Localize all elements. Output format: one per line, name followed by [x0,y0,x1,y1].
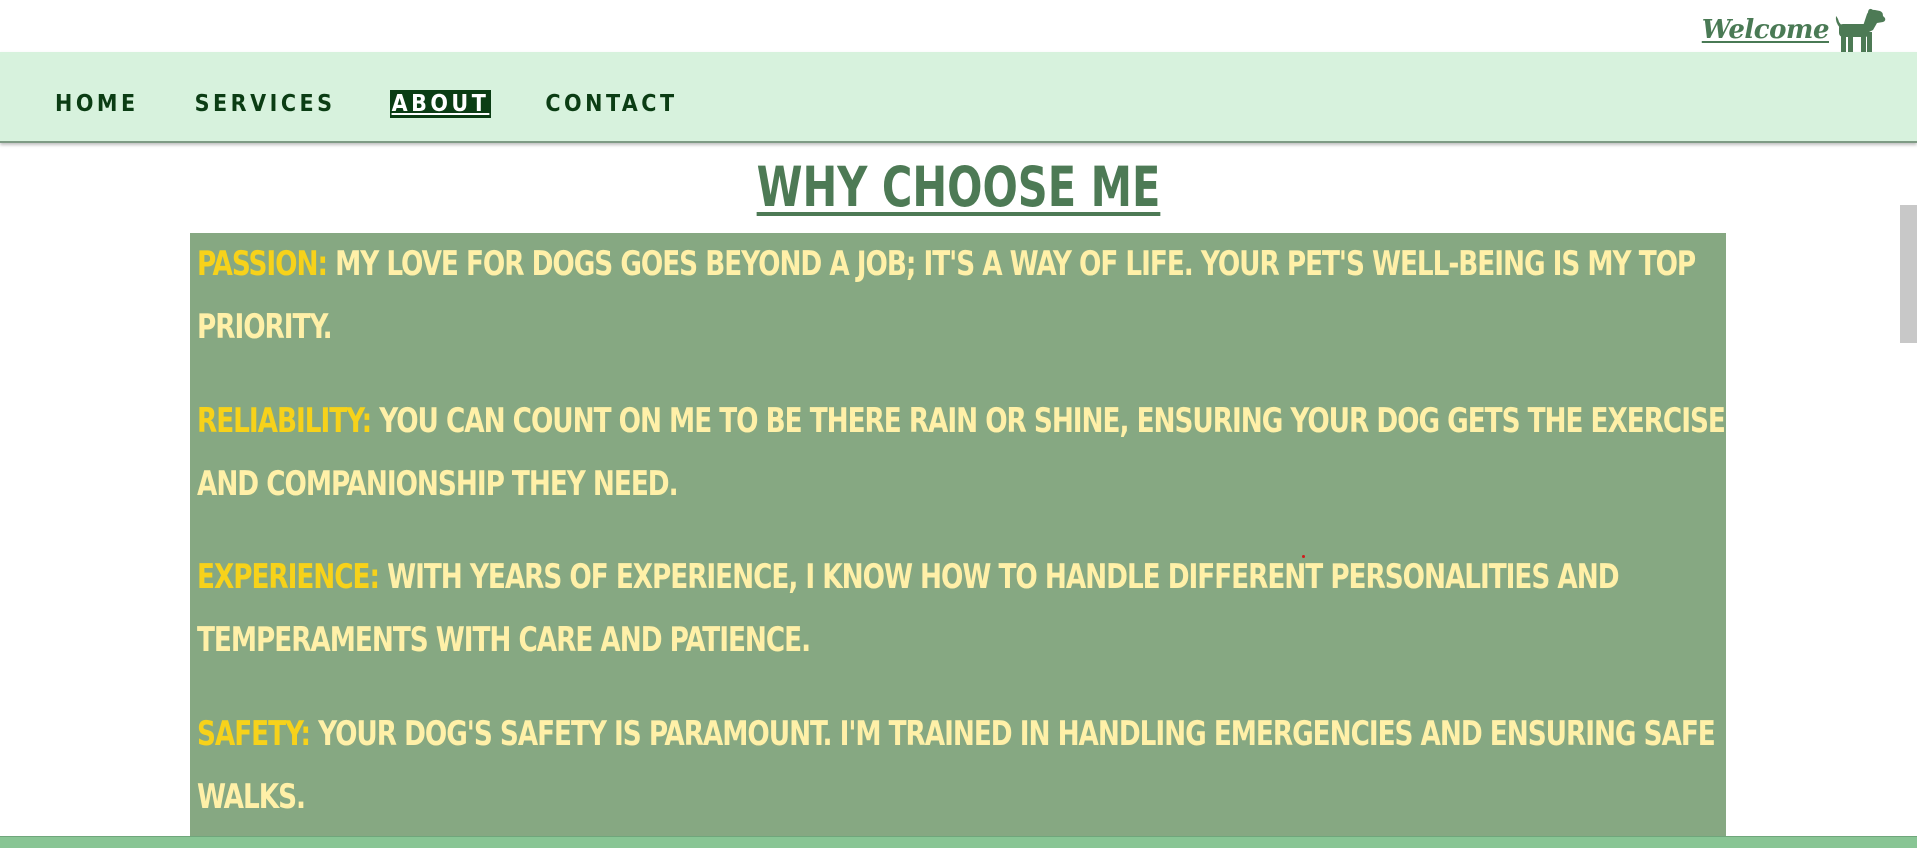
nav-list: HOME SERVICES ABOUT CONTACT [53,90,680,118]
dog-icon [1835,8,1886,52]
reason-experience: EXPERIENCE: WITH YEARS OF EXPERIENCE, I … [197,546,1726,672]
reasons-box: PASSION: MY LOVE FOR DOGS GOES BEYOND A … [190,233,1726,848]
scrollbar-thumb[interactable] [1900,205,1917,343]
nav-item-home[interactable]: HOME [53,90,141,118]
section-title: WHY CHOOSE ME [756,155,1161,219]
reason-text: MY LOVE FOR DOGS GOES BEYOND A JOB; IT'S… [197,244,1696,347]
reason-label: EXPERIENCE: [197,557,380,597]
reason-text: WITH YEARS OF EXPERIENCE, I KNOW HOW TO … [197,557,1620,660]
reason-passion: PASSION: MY LOVE FOR DOGS GOES BEYOND A … [197,233,1726,359]
reason-label: PASSION: [197,244,328,284]
reason-safety: SAFETY: YOUR DOG'S SAFETY IS PARAMOUNT. … [197,703,1726,829]
welcome-text[interactable]: Welcome [1702,15,1830,45]
nav-item-about[interactable]: ABOUT [389,90,492,118]
nav-item-contact[interactable]: CONTACT [543,90,679,118]
footer-strip [0,836,1917,848]
top-bar: Welcome [0,0,1917,52]
reason-label: RELIABILITY: [197,401,372,441]
welcome-link[interactable]: Welcome [1702,6,1889,54]
reason-reliability: RELIABILITY: YOU CAN COUNT ON ME TO BE T… [197,390,1726,516]
reason-text: YOUR DOG'S SAFETY IS PARAMOUNT. I'M TRAI… [197,714,1716,817]
cursor-dot [1302,555,1305,558]
reason-text: YOU CAN COUNT ON ME TO BE THERE RAIN OR … [197,401,1726,504]
nav-item-services[interactable]: SERVICES [193,90,338,118]
main-nav: HOME SERVICES ABOUT CONTACT [0,52,1917,143]
page: Welcome HOME SERVICES ABOUT CONTACT WHY … [0,0,1917,848]
reason-label: SAFETY: [197,714,311,754]
